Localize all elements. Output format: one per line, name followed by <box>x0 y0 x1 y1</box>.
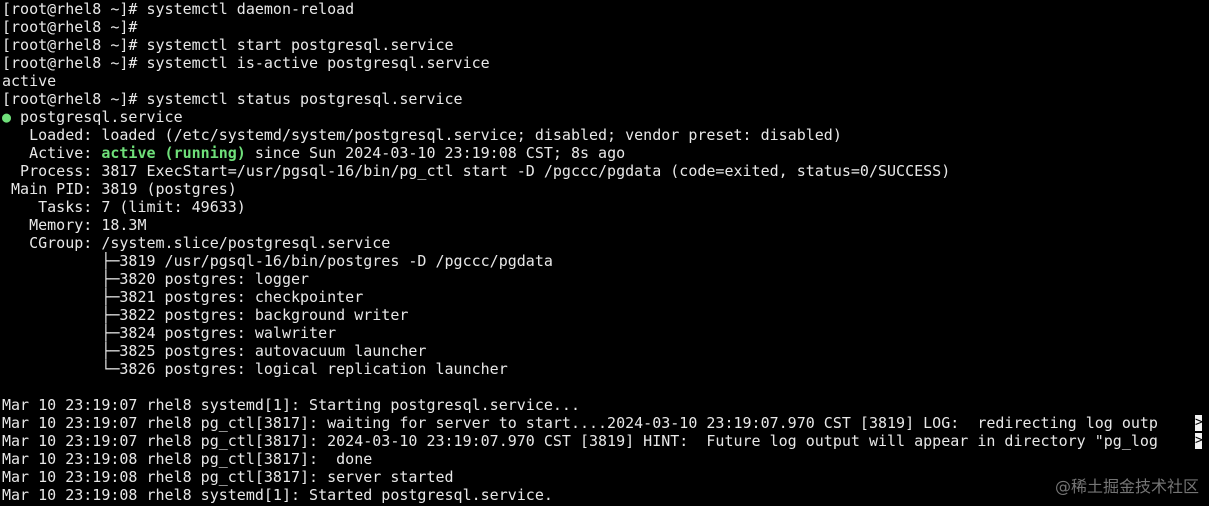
status-detail-line: Main PID: 3819 (postgres) <box>2 180 237 198</box>
terminal-line: [root@rhel8 ~]# systemctl start postgres… <box>2 36 454 54</box>
status-detail-line: CGroup: /system.slice/postgresql.service <box>2 234 391 252</box>
log-line: Mar 10 23:19:08 rhel8 pg_ctl[3817]: done <box>2 450 373 468</box>
terminal-line: [root@rhel8 ~]# <box>2 18 138 36</box>
cgroup-process-line: ├─3820 postgres: logger <box>2 270 310 288</box>
cgroup-process-line: ├─3821 postgres: checkpointer <box>2 288 364 306</box>
status-loaded-line: Loaded: loaded (/etc/systemd/system/post… <box>2 126 842 144</box>
log-line: Mar 10 23:19:07 rhel8 pg_ctl[3817]: wait… <box>2 414 1202 432</box>
status-detail-line: Memory: 18.3M <box>2 216 147 234</box>
terminal-window[interactable]: [root@rhel8 ~]# systemctl daemon-reload … <box>2 0 1202 506</box>
cgroup-process-line: ├─3824 postgres: walwriter <box>2 324 337 342</box>
log-line: Mar 10 23:19:07 rhel8 systemd[1]: Starti… <box>2 396 580 414</box>
terminal-line: [root@rhel8 ~]# systemctl daemon-reload <box>2 0 355 18</box>
active-label: Active: <box>2 144 102 162</box>
status-detail-line: Process: 3817 ExecStart=/usr/pgsql-16/bi… <box>2 162 951 180</box>
status-unit-line: ● postgresql.service <box>2 108 1202 126</box>
log-line-text: Mar 10 23:19:07 rhel8 pg_ctl[3817]: 2024… <box>2 432 1158 450</box>
status-unit-name: postgresql.service <box>11 108 183 126</box>
status-detail-line: Tasks: 7 (limit: 49633) <box>2 198 246 216</box>
terminal-line: [root@rhel8 ~]# systemctl is-active post… <box>2 54 490 72</box>
truncation-marker-icon: > <box>1195 433 1202 449</box>
status-dot-icon: ● <box>2 108 12 126</box>
cgroup-process-line: ├─3822 postgres: background writer <box>2 306 409 324</box>
log-line: Mar 10 23:19:07 rhel8 pg_ctl[3817]: 2024… <box>2 432 1202 450</box>
active-since: since Sun 2024-03-10 23:19:08 CST; 8s ag… <box>245 144 626 162</box>
watermark: @稀土掘金技术社区 <box>1054 477 1199 496</box>
terminal-line: [root@rhel8 ~]# systemctl status postgre… <box>2 90 463 108</box>
log-line: Mar 10 23:19:08 rhel8 systemd[1]: Starte… <box>2 486 553 504</box>
truncation-marker-icon: > <box>1195 415 1202 431</box>
cgroup-process-line: └─3826 postgres: logical replication lau… <box>2 360 508 378</box>
log-line: Mar 10 23:19:08 rhel8 pg_ctl[3817]: serv… <box>2 468 454 486</box>
cgroup-process-line: ├─3825 postgres: autovacuum launcher <box>2 342 427 360</box>
active-state: active (running) <box>101 144 246 162</box>
terminal-line: active <box>2 72 57 90</box>
cgroup-process-line: ├─3819 /usr/pgsql-16/bin/postgres -D /pg… <box>2 252 553 270</box>
status-active-line: Active: active (running) since Sun 2024-… <box>2 144 1202 162</box>
log-line-text: Mar 10 23:19:07 rhel8 pg_ctl[3817]: wait… <box>2 414 1158 432</box>
